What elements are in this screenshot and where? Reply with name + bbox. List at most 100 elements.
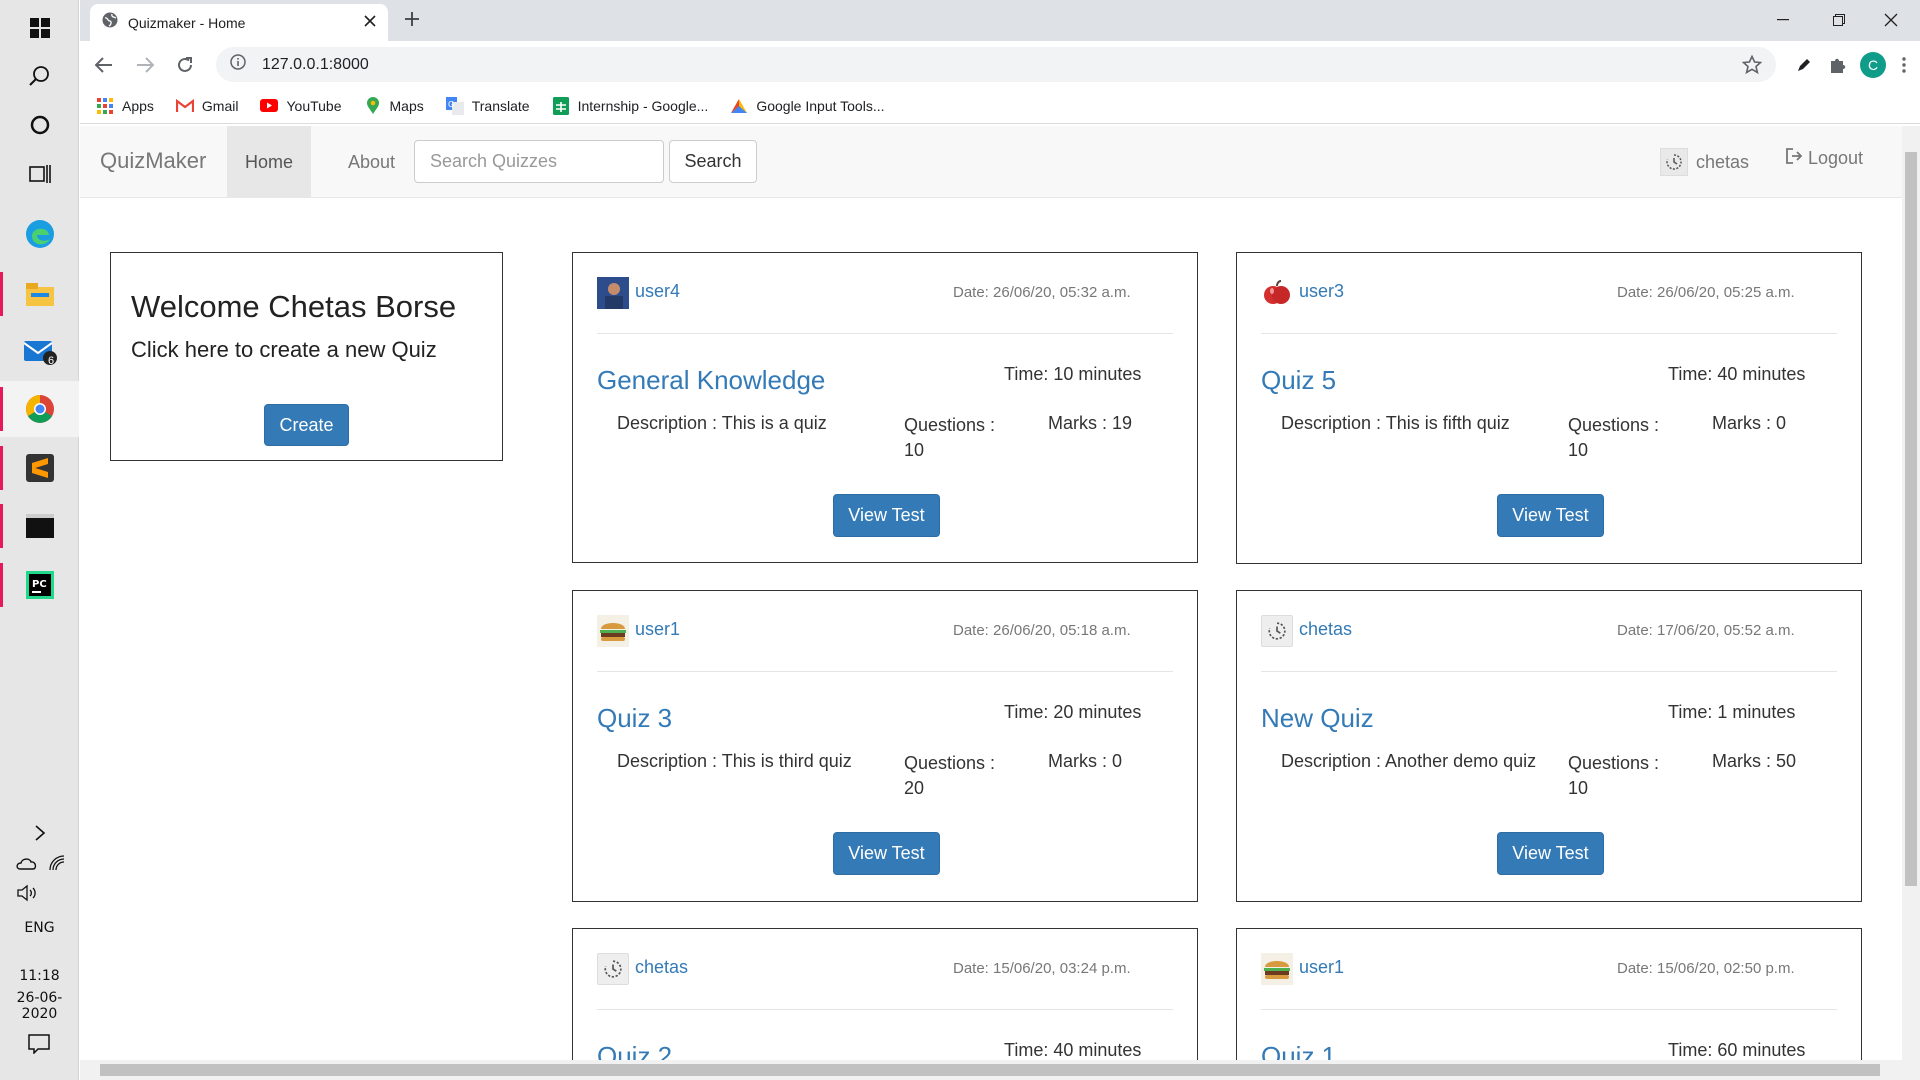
nav-username: chetas <box>1696 151 1750 172</box>
bookmark-input-tools[interactable]: Google Input Tools... <box>730 97 885 115</box>
brand-logo[interactable]: QuizMaker <box>100 148 206 174</box>
vertical-scrollbar[interactable] <box>1902 126 1920 1060</box>
quiz-title-link[interactable]: General Knowledge <box>597 365 825 396</box>
quiz-author-link[interactable]: chetas <box>1299 619 1352 640</box>
pen-extension-icon[interactable] <box>1786 47 1822 83</box>
language-indicator[interactable]: ENG <box>0 920 79 936</box>
quiz-time: Time: 20 minutes <box>1004 702 1142 722</box>
browser-toolbar: 127.0.0.1:8000 C <box>80 41 1920 88</box>
clock-date[interactable]: 26-06-2020 <box>0 990 79 1022</box>
user-photo-avatar[interactable] <box>597 277 629 309</box>
gmail-icon <box>175 97 194 115</box>
volume-icon[interactable] <box>16 884 38 907</box>
create-quiz-button[interactable]: Create <box>264 404 349 446</box>
quiz-title-link[interactable]: Quiz 2 <box>597 1041 672 1060</box>
clock-time[interactable]: 11:18 <box>0 968 79 984</box>
back-arrow-icon[interactable] <box>86 47 122 83</box>
welcome-title: Welcome Chetas Borse <box>131 289 457 324</box>
quiz-title-link[interactable]: Quiz 1 <box>1261 1041 1336 1060</box>
chrome-window: Quizmaker - Home 127.0.0.1:8000 C Apps G… <box>80 0 1920 1080</box>
view-test-button[interactable]: View Test <box>1497 494 1604 537</box>
view-test-button[interactable]: View Test <box>833 494 940 537</box>
quiz-date: Date: 17/06/20, 05:52 a.m. <box>1617 622 1795 639</box>
nav-home[interactable]: Home <box>227 126 312 198</box>
bookmark-apps[interactable]: Apps <box>96 97 154 115</box>
input-tools-icon <box>730 97 748 115</box>
close-tab-icon[interactable] <box>364 14 376 32</box>
minimize-icon[interactable] <box>1754 0 1812 40</box>
notification-icon[interactable] <box>28 1034 50 1059</box>
quiz-title-link[interactable]: New Quiz <box>1261 703 1374 734</box>
chrome-taskbar-icon[interactable] <box>0 381 79 437</box>
bookmark-internship-sheet[interactable]: Internship - Google... <box>552 96 709 115</box>
quiz-author-link[interactable]: user4 <box>635 281 680 302</box>
apple-avatar-icon[interactable] <box>1261 277 1293 309</box>
bookmark-maps[interactable]: Maps <box>364 96 424 115</box>
reload-icon[interactable] <box>167 47 203 83</box>
task-view-icon[interactable] <box>0 146 79 202</box>
scrollbar-thumb[interactable] <box>1905 152 1917 886</box>
card-divider <box>597 1009 1173 1010</box>
profile-initial: C <box>1860 52 1886 78</box>
bookmark-star-icon[interactable] <box>1741 54 1763 80</box>
quiz-time: Time: 10 minutes <box>1004 364 1142 384</box>
burger-avatar-icon[interactable] <box>1261 953 1293 985</box>
bookmark-label: Apps <box>122 97 154 114</box>
nav-about[interactable]: About <box>330 126 413 198</box>
quiz-date: Date: 26/06/20, 05:32 a.m. <box>953 284 1131 301</box>
globe-icon <box>102 12 118 33</box>
file-explorer-icon[interactable] <box>0 266 79 322</box>
terminal-icon[interactable] <box>0 498 79 554</box>
bookmark-youtube[interactable]: YouTube <box>260 97 342 115</box>
bookmark-gmail[interactable]: Gmail <box>175 97 239 115</box>
quiz-description: Description : Another demo quiz <box>1281 751 1537 771</box>
nav-user[interactable]: chetas <box>1660 148 1749 176</box>
quiz-date: Date: 26/06/20, 05:18 a.m. <box>953 622 1131 639</box>
questions-label: Questions : <box>904 415 996 435</box>
quiz-author-link[interactable]: user1 <box>1299 957 1344 978</box>
search-input[interactable] <box>414 140 664 183</box>
site-info-icon[interactable] <box>230 54 246 75</box>
maps-pin-icon <box>364 96 382 115</box>
chevron-up-icon[interactable] <box>0 805 79 861</box>
bookmark-label: Internship - Google... <box>577 97 709 114</box>
forward-arrow-icon[interactable] <box>127 47 163 83</box>
onedrive-icon[interactable] <box>16 856 38 875</box>
new-tab-icon[interactable] <box>403 10 421 33</box>
quiz-author-link[interactable]: user1 <box>635 619 680 640</box>
tab-strip: Quizmaker - Home <box>80 0 1920 41</box>
browser-tab[interactable]: Quizmaker - Home <box>90 4 388 41</box>
logout-link[interactable]: Logout <box>1786 148 1863 169</box>
quiz-title-link[interactable]: Quiz 3 <box>597 703 672 734</box>
cortana-icon[interactable] <box>0 97 79 153</box>
pycharm-icon[interactable]: PC <box>0 557 79 613</box>
chrome-menu-icon[interactable] <box>1886 47 1920 83</box>
network-icon[interactable] <box>48 854 66 877</box>
view-test-button[interactable]: View Test <box>833 832 940 875</box>
restore-icon[interactable] <box>1810 0 1868 40</box>
bookmark-label: Translate <box>471 97 530 114</box>
bookmark-label: YouTube <box>286 97 342 114</box>
default-avatar-icon[interactable] <box>597 953 629 985</box>
scrollbar-thumb[interactable] <box>100 1064 1880 1076</box>
default-avatar-icon[interactable] <box>1261 615 1293 647</box>
mail-icon[interactable]: 6 <box>0 323 79 379</box>
extensions-puzzle-icon[interactable] <box>1820 47 1856 83</box>
search-icon[interactable] <box>0 48 79 104</box>
quiz-title-link[interactable]: Quiz 5 <box>1261 365 1336 396</box>
bookmark-translate[interactable]: G Translate <box>445 96 530 115</box>
quiz-author-link[interactable]: user3 <box>1299 281 1344 302</box>
close-window-icon[interactable] <box>1862 0 1920 40</box>
url-text[interactable]: 127.0.0.1:8000 <box>262 56 369 74</box>
card-divider <box>597 671 1173 672</box>
burger-avatar-icon[interactable] <box>597 615 629 647</box>
quiz-author-link[interactable]: chetas <box>635 957 688 978</box>
search-button[interactable]: Search <box>669 140 757 183</box>
edge-browser-icon[interactable] <box>0 206 79 262</box>
logout-label: Logout <box>1808 148 1864 168</box>
horizontal-scrollbar[interactable] <box>80 1060 1920 1080</box>
bookmark-label: Gmail <box>201 97 239 114</box>
address-bar[interactable]: 127.0.0.1:8000 <box>216 47 1776 82</box>
sublime-text-icon[interactable] <box>0 440 79 496</box>
view-test-button[interactable]: View Test <box>1497 832 1604 875</box>
